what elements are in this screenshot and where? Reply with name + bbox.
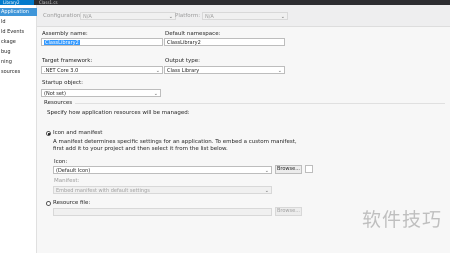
resource-file-label[interactable]: Resource file:: [53, 200, 90, 206]
target-framework-label: Target framework:: [42, 58, 93, 64]
chevron-down-icon: ⌄: [155, 68, 160, 74]
icon-value: (Default Icon): [56, 168, 91, 174]
icon-browse-button[interactable]: Browse...: [275, 165, 302, 174]
configuration-value: N/A: [83, 14, 92, 20]
default-namespace-input[interactable]: ClassLibrary2: [164, 38, 285, 46]
default-namespace-value: ClassLibrary2: [167, 40, 201, 46]
sidebar-item-build[interactable]: ld: [0, 18, 37, 26]
configuration-bar: Configuration: N/A ⌄ Platform: N/A ⌄: [37, 5, 450, 27]
resources-description: Specify how application resources will b…: [47, 110, 190, 116]
icon-manifest-description: A manifest determines specific settings …: [53, 139, 297, 152]
target-framework-select[interactable]: .NET Core 3.0 ⌄: [41, 66, 163, 74]
group-divider: [75, 103, 445, 104]
platform-label: Platform:: [175, 13, 201, 19]
chevron-down-icon: ⌄: [277, 68, 282, 74]
configuration-select[interactable]: N/A ⌄: [80, 12, 176, 20]
watermark-text: 软件技巧: [361, 209, 442, 231]
output-type-select[interactable]: Class Library ⌄: [164, 66, 285, 74]
sidebar-item-package[interactable]: ckage: [0, 38, 37, 46]
resource-file-radio[interactable]: [46, 201, 51, 206]
chevron-down-icon: ⌄: [264, 168, 269, 174]
sidebar-item-signing[interactable]: ning: [0, 58, 37, 66]
default-namespace-label: Default namespace:: [165, 31, 221, 37]
output-type-value: Class Library: [167, 68, 200, 74]
sidebar-item-resources[interactable]: sources: [0, 68, 37, 76]
startup-object-select[interactable]: (Not set) ⌄: [41, 89, 161, 97]
icon-manifest-label[interactable]: Icon and manifest: [53, 130, 102, 136]
manifest-select[interactable]: Embed manifest with default settings ⌄: [53, 186, 272, 194]
assembly-name-input[interactable]: ClassLibrary2: [41, 38, 163, 46]
resource-file-browse-button[interactable]: Browse...: [275, 207, 302, 216]
resource-file-input[interactable]: [53, 208, 272, 216]
startup-object-value: (Not set): [44, 91, 66, 97]
assembly-name-value: ClassLibrary2: [44, 40, 80, 46]
icon-manifest-radio[interactable]: [46, 131, 51, 136]
manifest-value: Embed manifest with default settings: [56, 188, 150, 194]
sidebar-item-application[interactable]: Application: [0, 8, 37, 16]
startup-object-label: Startup object:: [42, 80, 83, 86]
resources-group-title: Resources: [44, 100, 73, 106]
icon-label: Icon:: [54, 159, 68, 165]
chevron-down-icon: ⌄: [168, 14, 173, 20]
configuration-label: Configuration:: [43, 13, 83, 19]
icon-preview: [305, 165, 313, 173]
icon-select[interactable]: (Default Icon) ⌄: [53, 166, 272, 174]
platform-value: N/A: [205, 14, 214, 20]
sidebar-item-build-events[interactable]: ld Events: [0, 28, 37, 36]
chevron-down-icon: ⌄: [153, 91, 158, 97]
platform-select[interactable]: N/A ⌄: [202, 12, 288, 20]
properties-sidebar: Application ld ld Events ckage bug ning …: [0, 5, 37, 253]
target-framework-value: .NET Core 3.0: [44, 68, 79, 74]
chevron-down-icon: ⌄: [264, 188, 269, 194]
output-type-label: Output type:: [165, 58, 200, 64]
chevron-down-icon: ⌄: [280, 14, 285, 20]
manifest-label: Manifest:: [54, 178, 80, 184]
sidebar-item-debug[interactable]: bug: [0, 48, 37, 56]
assembly-name-label: Assembly name:: [42, 31, 88, 37]
